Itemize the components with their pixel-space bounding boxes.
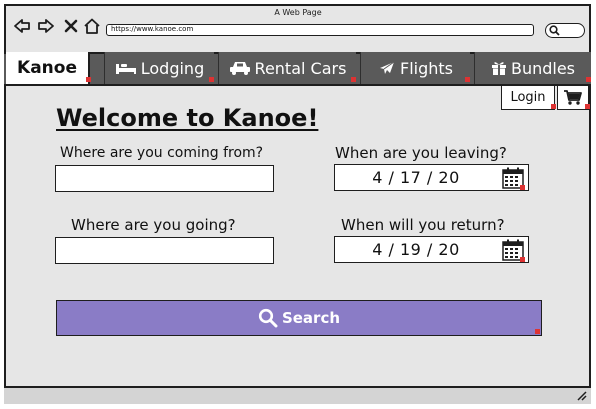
gift-icon (491, 62, 506, 75)
leave-date-value: 4 / 17 / 20 (372, 168, 460, 187)
tab-label-kanoe: Kanoe (17, 58, 77, 78)
tab-lodging[interactable]: Lodging (104, 52, 214, 84)
car-icon (229, 62, 250, 75)
link-marker (586, 77, 591, 82)
resize-grip-icon[interactable] (577, 391, 587, 401)
tab-label-flights: Flights (400, 58, 453, 78)
address-bar[interactable]: https://www.kanoe.com (106, 24, 534, 36)
link-marker (551, 104, 556, 109)
search-icon (258, 308, 278, 328)
tab-label-rental-cars: Rental Cars (254, 58, 347, 78)
return-label: When will you return? (341, 216, 505, 234)
link-marker (86, 77, 91, 82)
return-date-value: 4 / 19 / 20 (372, 240, 460, 259)
link-marker (209, 77, 214, 82)
cart-icon (564, 90, 582, 105)
leave-date-field[interactable]: 4 / 17 / 20 (334, 164, 529, 191)
window-title: A Web Page (274, 8, 322, 17)
login-button[interactable]: Login (501, 85, 555, 110)
tab-bundles[interactable]: Bundles (474, 52, 591, 84)
bed-icon (115, 64, 136, 74)
back-icon[interactable] (13, 18, 31, 34)
forward-icon[interactable] (37, 18, 55, 34)
to-label: Where are you going? (71, 216, 236, 234)
tab-flights[interactable]: Flights (360, 52, 470, 84)
link-marker (520, 185, 525, 190)
return-date-field[interactable]: 4 / 19 / 20 (334, 236, 529, 263)
link-marker (585, 104, 590, 109)
link-marker (465, 77, 470, 82)
plane-icon (380, 61, 395, 74)
status-bar (4, 386, 591, 404)
link-marker (535, 329, 540, 334)
link-marker (351, 77, 356, 82)
browser-nav (13, 18, 103, 38)
tab-kanoe[interactable]: Kanoe (6, 52, 90, 84)
from-label: Where are you coming from? (60, 145, 264, 161)
search-button[interactable]: Search (56, 300, 542, 336)
leave-label: When are you leaving? (335, 144, 507, 162)
browser-search-field[interactable] (545, 23, 585, 38)
page-title: Welcome to Kanoe! (56, 104, 319, 132)
magnifier-icon (549, 25, 560, 36)
close-icon[interactable] (64, 18, 78, 34)
tab-label-bundles: Bundles (510, 58, 576, 78)
from-input[interactable] (55, 165, 274, 192)
link-marker (520, 257, 525, 262)
tab-rental-cars[interactable]: Rental Cars (218, 52, 356, 84)
tab-label-lodging: Lodging (140, 58, 205, 78)
to-input[interactable] (55, 237, 274, 264)
login-label: Login (510, 90, 546, 105)
home-icon[interactable] (83, 18, 101, 34)
search-button-label: Search (281, 309, 341, 327)
